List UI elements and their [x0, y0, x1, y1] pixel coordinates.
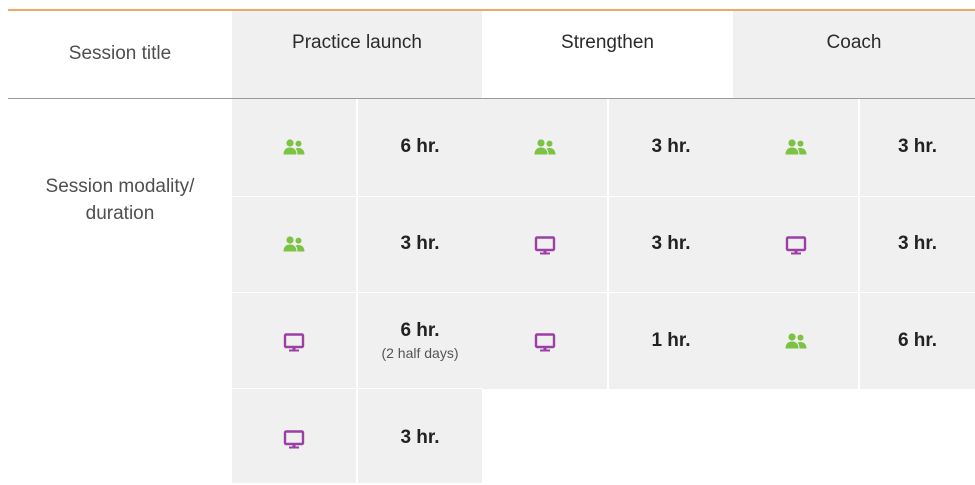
monitor-icon	[232, 295, 356, 386]
duration-cell: 3 hr.	[609, 196, 733, 291]
duration-cell: 3 hr.	[609, 99, 733, 194]
people-icon	[232, 198, 356, 289]
column-header-practice-launch: Practice launch	[292, 32, 422, 53]
session-title-label: Session title	[68, 43, 172, 64]
monitor-icon	[232, 392, 356, 483]
monitor-icon	[482, 295, 607, 386]
duration-value: 3 hr.	[651, 232, 691, 254]
duration-value: 3 hr.	[897, 232, 938, 254]
session-modality-label: Session modality/ duration	[8, 173, 232, 227]
column-header-coach: Coach	[826, 32, 882, 53]
duration-value: 3 hr.	[897, 135, 938, 157]
duration-cell: 6 hr.	[860, 293, 975, 388]
duration-cell: 6 hr. (2 half days)	[358, 293, 482, 388]
duration-value: 6 hr.	[400, 135, 440, 157]
duration-value: 3 hr.	[400, 232, 440, 254]
people-icon	[232, 101, 356, 192]
session-modality-label-line-2: duration	[85, 203, 155, 224]
monitor-icon	[733, 198, 858, 289]
duration-value: 1 hr.	[651, 329, 691, 351]
duration-cell: 3 hr.	[358, 196, 482, 291]
duration-cell: 6 hr.	[358, 99, 482, 194]
column-header-strengthen: Strengthen	[561, 32, 654, 53]
duration-value: 3 hr.	[400, 426, 440, 448]
duration-value: 6 hr.	[897, 329, 938, 351]
duration-value: 3 hr.	[651, 135, 691, 157]
people-icon	[733, 101, 858, 192]
duration-cell: 3 hr.	[860, 196, 975, 291]
duration-value: 6 hr.	[400, 319, 440, 341]
duration-cell: 1 hr.	[609, 293, 733, 388]
people-icon	[733, 295, 858, 386]
session-modality-label-line-1: Session modality/	[45, 176, 195, 197]
monitor-icon	[482, 198, 607, 289]
header-separator	[8, 98, 975, 99]
duration-cell: 3 hr.	[358, 390, 482, 485]
row-separator-3	[232, 388, 482, 389]
people-icon	[482, 101, 607, 192]
duration-cell: 3 hr.	[860, 99, 975, 194]
duration-note: (2 half days)	[381, 344, 459, 361]
